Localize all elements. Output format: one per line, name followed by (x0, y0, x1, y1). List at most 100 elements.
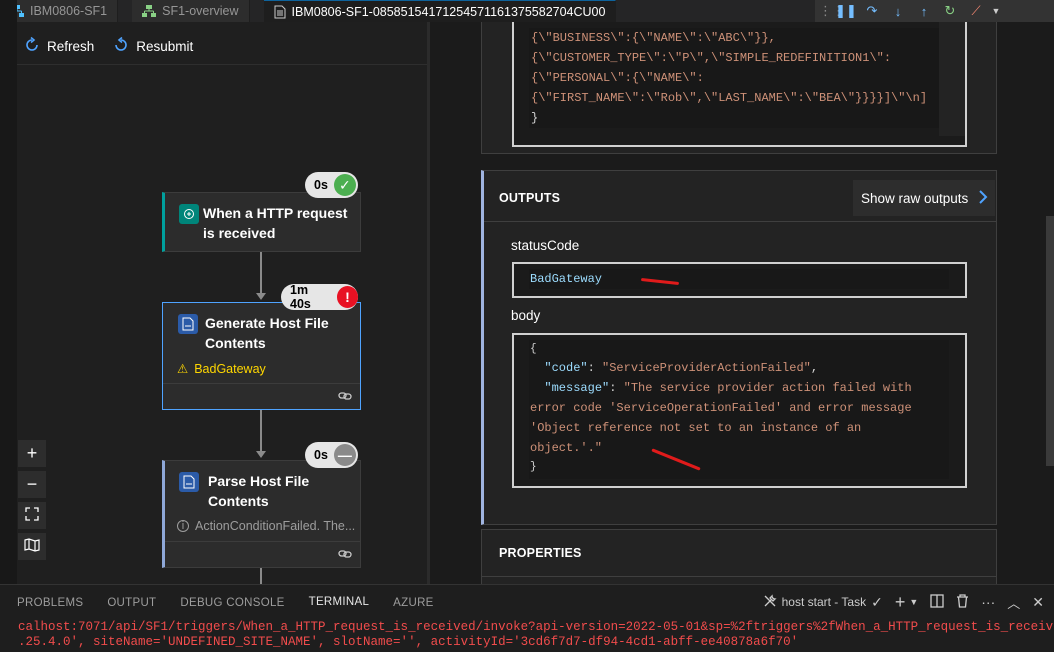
activity-strip (0, 0, 17, 584)
tab-problems[interactable]: PROBLEMS (0, 585, 95, 621)
warning-icon: ⚠ (177, 362, 189, 376)
trigger-node-http-request[interactable]: When a HTTP request is received (162, 192, 361, 252)
tab-output[interactable]: OUTPUT (95, 585, 168, 621)
host-file-icon (179, 472, 199, 492)
action-node-parse-host-file[interactable]: Parse Host File Contents i ActionConditi… (162, 460, 361, 568)
workflow-icon (142, 4, 157, 18)
plus-icon: + (26, 443, 38, 463)
error-icon: ! (336, 286, 358, 308)
action-node-generate-host-file[interactable]: Generate Host File Contents ⚠ BadGateway (162, 302, 361, 410)
duration-badge: 1m 40s ! (281, 283, 358, 311)
terminal-output[interactable]: calhost:7071/api/SF1/triggers/When_a_HTT… (0, 620, 1054, 652)
status-code-value: BadGateway (529, 269, 949, 289)
task-label: host start - Task (781, 595, 867, 609)
code-line: error code 'ServiceOperationFailed' and … (530, 401, 912, 415)
connector-line (260, 252, 262, 294)
duration-text: 1m 40s (290, 283, 311, 311)
chevron-down-icon[interactable]: ▼ (989, 6, 1003, 16)
split-terminal-icon[interactable] (930, 593, 944, 611)
tools-icon (763, 593, 777, 611)
link-icon[interactable] (338, 389, 352, 404)
code-line: 'Object reference not set to an instance… (530, 421, 862, 435)
step-out-icon[interactable]: ↑ (911, 4, 937, 19)
terminal-line: .25.4.0', siteName='UNDEFINED_SITE_NAME'… (18, 635, 799, 649)
code-line: "message": "The service provider action … (544, 381, 912, 395)
refresh-label: Refresh (47, 38, 95, 54)
divider (17, 64, 427, 65)
zoom-out-button[interactable]: − (18, 471, 46, 499)
code-line: {\"FIRST_NAME\":\"Rob\",\"LAST_NAME\":\"… (531, 91, 928, 105)
tab-ibm0806-sf1[interactable]: IBM0806-SF1 (0, 0, 119, 22)
node-footer (163, 383, 360, 409)
properties-header: PROPERTIES (499, 546, 582, 560)
skipped-icon: — (333, 444, 356, 466)
step-over-icon[interactable]: ↷ (859, 3, 885, 19)
duration-text: 0s (314, 178, 328, 192)
host-file-icon (178, 314, 198, 334)
code-line: { (530, 343, 537, 355)
terminal-task-selector[interactable]: host start - Task ✓ (763, 594, 883, 611)
check-icon: ✓ (871, 593, 883, 610)
close-icon[interactable]: ✕ (1032, 594, 1044, 611)
tab-run-details[interactable]: IBM0806-SF1-0858515417125457116137558270… (263, 0, 617, 22)
zoom-in-button[interactable]: + (18, 440, 46, 468)
map-icon (24, 536, 40, 557)
maximize-panel-icon[interactable]: ︿ (1007, 593, 1020, 612)
error-text: BadGateway (194, 361, 266, 376)
code-line: } (530, 461, 537, 473)
chevron-down-icon[interactable]: ▼ (909, 597, 918, 607)
more-icon[interactable]: ··· (981, 594, 995, 610)
raw-button-label: Show raw outputs (861, 190, 969, 206)
refresh-icon (23, 36, 41, 57)
designer-command-bar: Refresh Resubmit (17, 30, 193, 62)
drag-handle-icon[interactable]: ⋮⋮ (819, 3, 845, 19)
code-line: {\"CUSTOMER_TYPE\":\"P\",\"SIMPLE_REDEFI… (531, 51, 892, 65)
node-error-message: ⚠ BadGateway (177, 361, 266, 377)
resubmit-button[interactable]: Resubmit (112, 36, 193, 57)
code-line: } (531, 111, 539, 125)
node-title: When a HTTP request is received (203, 205, 348, 241)
tab-sf1-overview[interactable]: SF1-overview (132, 0, 250, 22)
http-request-icon (179, 204, 199, 224)
show-raw-outputs-button[interactable]: Show raw outputs (853, 180, 995, 216)
tab-terminal[interactable]: TERMINAL (296, 585, 382, 621)
resubmit-label: Resubmit (136, 38, 194, 54)
tab-azure[interactable]: AZURE (381, 585, 445, 621)
pause-icon[interactable]: ❚❚ (833, 3, 859, 19)
duration-badge: 0s — (305, 442, 358, 468)
restart-icon[interactable]: ↻ (937, 3, 963, 19)
body-code: { "code": "ServiceProviderActionFailed",… (529, 340, 949, 479)
scrollbar-track[interactable] (939, 22, 965, 136)
code-line: object.'." (530, 441, 603, 455)
status-text: ActionConditionFailed. The... (195, 519, 356, 533)
divider (482, 576, 996, 577)
add-terminal-icon[interactable]: + (895, 592, 906, 613)
tab-debug-console[interactable]: DEBUG CONSOLE (168, 585, 296, 621)
minus-icon: − (26, 474, 38, 494)
debug-toolbar: ⋮⋮ ❚❚ ↷ ↓ ↑ ↻ ⟋ ▼ (815, 0, 1054, 22)
code-line: {\"PERSONAL\":{\"NAME\": (531, 71, 704, 85)
body-label: body (511, 308, 541, 323)
outputs-header: OUTPUTS (499, 191, 561, 205)
code-line: {\"BUSINESS\":{\"NAME\":\"ABC\"}}, (531, 31, 776, 45)
link-icon[interactable] (338, 547, 352, 562)
minimap-button[interactable] (18, 533, 46, 561)
trash-icon[interactable] (956, 593, 969, 611)
scrollbar-thumb[interactable] (1046, 216, 1054, 466)
duration-badge: 0s ✓ (305, 172, 358, 198)
node-title: Parse Host File Contents (208, 473, 310, 509)
status-code-label: statusCode (511, 238, 580, 253)
inputs-body-code: {\"BUSINESS\":{\"NAME\":\"ABC\"}}, {\"CU… (529, 28, 939, 128)
node-status-message: i ActionConditionFailed. The... (177, 519, 355, 533)
fit-view-button[interactable] (18, 502, 46, 530)
info-icon: i (177, 520, 189, 532)
fit-view-icon (25, 505, 39, 526)
connector-arrow (256, 451, 266, 458)
tab-label: SF1-overview (162, 4, 239, 18)
success-check-icon: ✓ (333, 174, 356, 196)
step-into-icon[interactable]: ↓ (885, 4, 911, 19)
node-footer (165, 541, 360, 567)
disconnect-icon[interactable]: ⟋ (963, 3, 989, 19)
resubmit-icon (112, 36, 130, 57)
refresh-button[interactable]: Refresh (23, 36, 94, 57)
